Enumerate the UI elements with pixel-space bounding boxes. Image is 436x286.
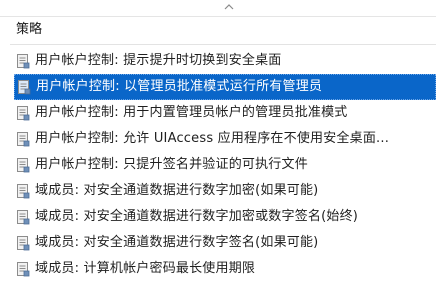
policy-label: 用户帐户控制: 提示提升时切换到安全桌面 (35, 53, 282, 68)
policy-label: 用户帐户控制: 允许 UIAccess 应用程序在不使用安全桌面... (35, 131, 390, 146)
policy-label: 域成员: 计算机帐户密码最长使用期限 (35, 261, 256, 276)
sort-ascending-icon (224, 4, 234, 10)
policy-label: 域成员: 对安全通道数据进行数字加密或数字签名(始终) (35, 209, 359, 224)
policy-label: 用户帐户控制: 只提升签名并验证的可执行文件 (35, 157, 308, 172)
policy-document-icon (15, 209, 31, 225)
policy-row[interactable]: 用户帐户控制: 提示提升时切换到安全桌面 (0, 48, 436, 74)
policy-row[interactable]: 用户帐户控制: 用于内置管理员帐户的管理员批准模式 (0, 100, 436, 126)
policy-row[interactable]: 域成员: 对安全通道数据进行数字加密或数字签名(始终) (0, 204, 436, 230)
policy-row[interactable]: 用户帐户控制: 只提升签名并验证的可执行文件 (0, 152, 436, 178)
policy-document-icon (16, 79, 32, 95)
policy-label: 域成员: 对安全通道数据进行数字加密(如果可能) (35, 183, 319, 198)
policy-document-icon (15, 261, 31, 277)
policy-row[interactable]: 域成员: 计算机帐户密码最长使用期限 (0, 256, 436, 282)
column-header-policy[interactable]: 策略 (0, 16, 436, 45)
header-divider (10, 44, 436, 45)
policy-row[interactable]: 用户帐户控制: 以管理员批准模式运行所有管理员 (14, 74, 436, 100)
policy-document-icon (15, 53, 31, 69)
policy-document-icon (15, 157, 31, 173)
policy-list: 用户帐户控制: 提示提升时切换到安全桌面 用户帐户控制: 以管理员批准模式运行所… (0, 48, 436, 282)
security-policy-list-pane: 策略 用户帐户控制: 提示提升时切换到安全桌面 用户帐户控制: 以管理员批准模式… (0, 0, 436, 286)
policy-document-icon (15, 183, 31, 199)
policy-label: 域成员: 对安全通道数据进行数字签名(如果可能) (35, 235, 319, 250)
column-header-label: 策略 (16, 22, 43, 37)
policy-label: 用户帐户控制: 以管理员批准模式运行所有管理员 (36, 79, 323, 94)
policy-row[interactable]: 域成员: 对安全通道数据进行数字加密(如果可能) (0, 178, 436, 204)
policy-label: 用户帐户控制: 用于内置管理员帐户的管理员批准模式 (35, 105, 348, 120)
policy-document-icon (15, 235, 31, 251)
policy-row[interactable]: 域成员: 对安全通道数据进行数字签名(如果可能) (0, 230, 436, 256)
column-sort-strip (0, 0, 436, 16)
policy-row[interactable]: 用户帐户控制: 允许 UIAccess 应用程序在不使用安全桌面... (0, 126, 436, 152)
policy-document-icon (15, 131, 31, 147)
policy-document-icon (15, 105, 31, 121)
